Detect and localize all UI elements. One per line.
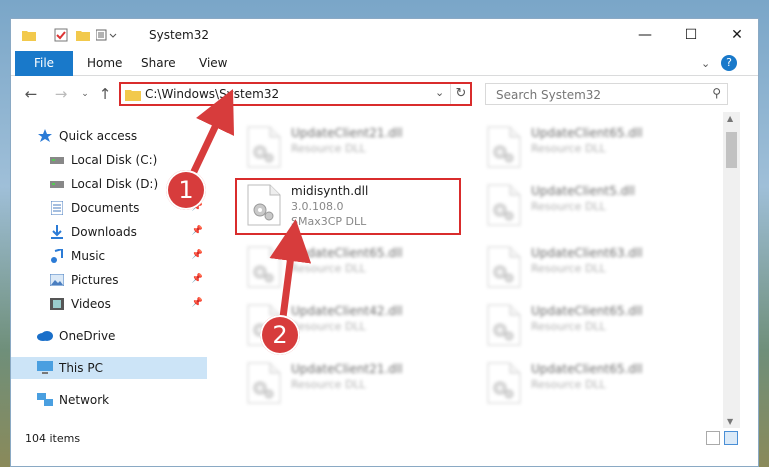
step-2-badge: 2: [260, 315, 300, 355]
step-1-badge: 1: [166, 170, 206, 210]
annotation-arrows: [186, 89, 312, 329]
arrow-to-address-bar: [186, 89, 235, 184]
arrow-to-file: [269, 219, 312, 329]
